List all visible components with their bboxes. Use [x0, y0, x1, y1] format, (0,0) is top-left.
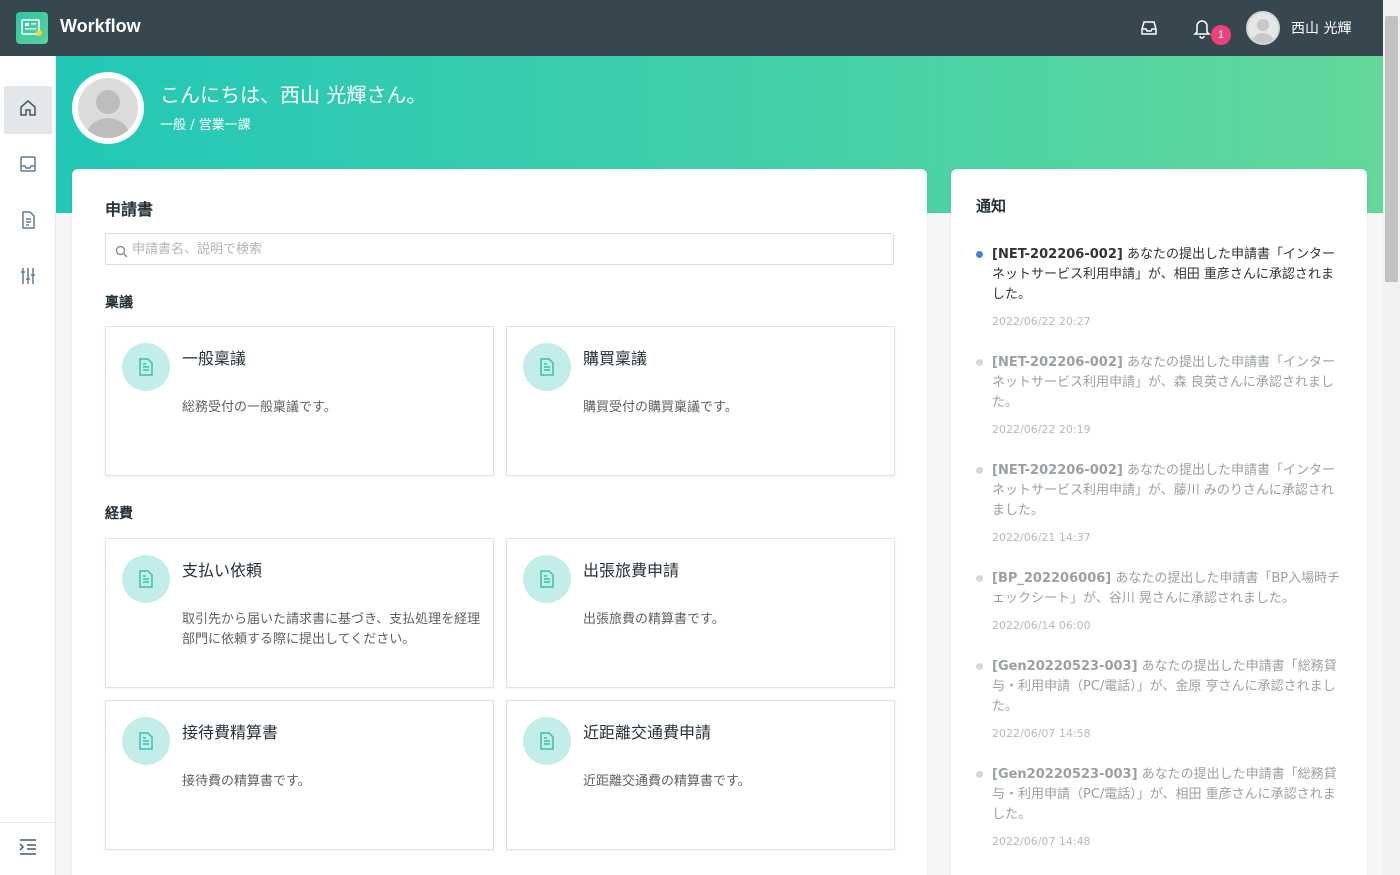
- notification-time: 2022/06/07 14:48: [992, 835, 1091, 848]
- form-card[interactable]: 出張旅費申請 出張旅費の精算書です。: [506, 538, 895, 688]
- unread-dot: [976, 251, 983, 258]
- notification-text: [NET-202206-002] あなたの提出した申請書「インターネットサービス…: [992, 461, 1344, 521]
- document-icon: [122, 717, 170, 765]
- document-icon: [523, 717, 571, 765]
- card-title: 購買稟議: [583, 349, 648, 368]
- notification-code: [NET-202206-002]: [992, 355, 1123, 370]
- sliders-icon: [18, 266, 38, 290]
- notification-badge: 1: [1211, 25, 1231, 45]
- card-description: 接待費の精算書です。: [182, 774, 311, 789]
- notification-text: [BP_202206006] あなたの提出した申請書「BP入場時チェックシート」…: [992, 569, 1344, 609]
- home-icon: [18, 98, 38, 122]
- workflow-logo-icon[interactable]: [16, 12, 48, 44]
- nav-collapse[interactable]: [0, 822, 56, 875]
- notification-text: [Gen20220523-003] あなたの提出した申請書「総務貸与・利用申請（…: [992, 765, 1344, 825]
- form-card[interactable]: 接待費精算書 接待費の精算書です。: [105, 700, 494, 850]
- document-icon: [122, 343, 170, 391]
- nav-documents[interactable]: [4, 198, 52, 246]
- notification-text: [NET-202206-002] あなたの提出した申請書「インターネットサービス…: [992, 353, 1344, 413]
- search-box[interactable]: [105, 233, 894, 265]
- inbox-icon[interactable]: [1137, 16, 1161, 40]
- nav-home[interactable]: [4, 86, 52, 134]
- card-title: 出張旅費申請: [583, 561, 680, 580]
- card-title: 近距離交通費申請: [583, 723, 712, 742]
- nav-inbox[interactable]: [4, 142, 52, 190]
- notification-code: [BP_202206006]: [992, 571, 1112, 586]
- notification-time: 2022/06/21 14:37: [992, 531, 1091, 544]
- notification-time: 2022/06/22 20:19: [992, 423, 1091, 436]
- scrollbar-thumb[interactable]: [1385, 16, 1398, 282]
- card-description: 総務受付の一般稟議です。: [182, 400, 337, 415]
- category-title: 稟議: [105, 295, 133, 311]
- card-title: 一般稟議: [182, 349, 247, 368]
- card-description: 購買受付の購買稟議です。: [583, 400, 738, 415]
- nav-settings[interactable]: [4, 254, 52, 302]
- user-name[interactable]: 西山 光輝: [1291, 18, 1351, 38]
- form-card[interactable]: 一般稟議 総務受付の一般稟議です。: [105, 326, 494, 476]
- category-title: 経費: [105, 506, 133, 522]
- notification-code: [Gen20220523-003]: [992, 659, 1138, 674]
- user-avatar[interactable]: [1246, 11, 1280, 45]
- search-input[interactable]: [132, 234, 882, 264]
- notification-text: [Gen20220523-003] あなたの提出した申請書「総務貸与・利用申請（…: [992, 657, 1344, 717]
- document-icon: [523, 555, 571, 603]
- notification-code: [Gen20220523-003]: [992, 767, 1138, 782]
- read-dot: [976, 663, 983, 670]
- read-dot: [976, 575, 983, 582]
- top-header: Workflow 1 西山 光輝: [0, 0, 1400, 56]
- app-title[interactable]: Workflow: [60, 16, 141, 37]
- card-description: 出張旅費の精算書です。: [583, 612, 725, 627]
- document-icon: [122, 555, 170, 603]
- document-icon: [18, 210, 38, 234]
- read-dot: [976, 467, 983, 474]
- card-title: 支払い依頼: [182, 561, 263, 580]
- document-icon: [523, 343, 571, 391]
- notification-text: [NET-202206-002] あなたの提出した申請書「インターネットサービス…: [992, 245, 1344, 305]
- form-card[interactable]: 近距離交通費申請 近距離交通費の精算書です。: [506, 700, 895, 850]
- menu-indent-icon: [18, 838, 38, 860]
- notifications-title: 通知: [976, 197, 1007, 215]
- card-title: 接待費精算書: [182, 723, 279, 742]
- read-dot: [976, 359, 983, 366]
- notification-code: [NET-202206-002]: [992, 463, 1123, 478]
- forms-title: 申請書: [105, 200, 154, 219]
- card-description: 取引先から届いた請求書に基づき、支払処理を経理部門に依頼する際に提出してください…: [182, 612, 481, 647]
- profile-avatar: [72, 72, 144, 144]
- left-nav: [0, 56, 56, 875]
- read-dot: [976, 771, 983, 778]
- department-text: 一般 / 営業一課: [160, 118, 251, 133]
- form-card[interactable]: 購買稟議 購買受付の購買稟議です。: [506, 326, 895, 476]
- page-scrollbar[interactable]: [1383, 0, 1400, 875]
- form-card[interactable]: 支払い依頼 取引先から届いた請求書に基づき、支払処理を経理部門に依頼する際に提出…: [105, 538, 494, 688]
- card-description: 近距離交通費の精算書です。: [583, 774, 751, 789]
- inbox-icon: [18, 154, 38, 178]
- notification-code: [NET-202206-002]: [992, 247, 1123, 262]
- notification-time: 2022/06/07 14:58: [992, 727, 1091, 740]
- notification-time: 2022/06/22 20:27: [992, 315, 1091, 328]
- greeting-text: こんにちは、西山 光輝さん。: [160, 83, 427, 107]
- search-icon: [115, 243, 128, 262]
- notification-time: 2022/06/14 06:00: [992, 619, 1091, 632]
